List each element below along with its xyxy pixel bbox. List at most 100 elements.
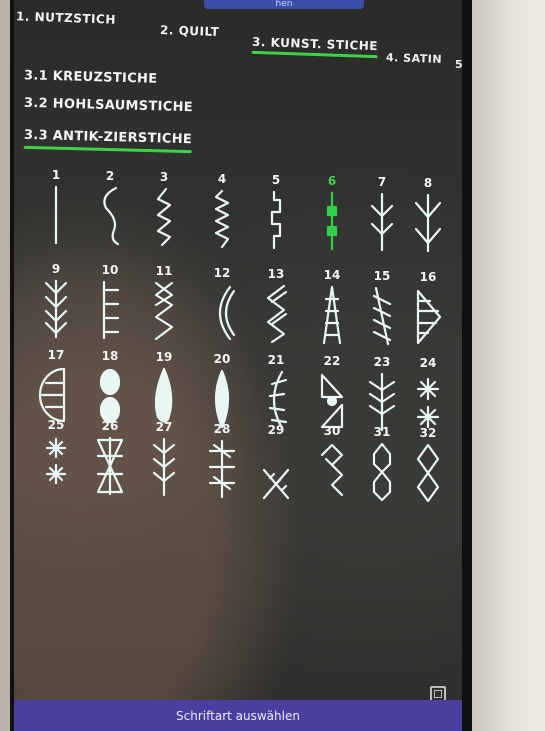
stitch-number: 29	[267, 422, 285, 437]
stitch-30[interactable]: 30	[310, 424, 354, 504]
stitch-16[interactable]: 16	[406, 270, 450, 350]
stitch-24[interactable]: 24	[406, 356, 450, 436]
triple-zigzag-stitch-icon	[156, 188, 172, 247]
stitch-number: 24	[419, 356, 437, 371]
stitch-number: 11	[155, 264, 173, 279]
oval-bead-stitch-icon	[99, 369, 121, 424]
stitch-number: 18	[101, 349, 119, 364]
stitch-number: 16	[419, 270, 437, 285]
stitch-28[interactable]: 28	[200, 422, 244, 502]
snowflake-stitch-icon	[45, 437, 67, 485]
stitch-number: 2	[105, 169, 115, 184]
triangle-fill-stitch-icon	[416, 290, 442, 345]
stitch-number: 10	[101, 263, 119, 278]
stitch-number: 30	[323, 424, 341, 438]
wheat-stitch-icon	[368, 373, 396, 432]
stitch-number: 7	[377, 175, 387, 190]
stitch-number: 19	[155, 350, 173, 365]
stitch-number: 4	[217, 171, 227, 186]
stitch-1[interactable]: 1	[34, 168, 78, 248]
stitch-number: 21	[267, 352, 285, 367]
stitch-17[interactable]: 17	[34, 348, 78, 428]
stitch-number: 20	[213, 351, 231, 366]
stitch-12[interactable]: 12	[200, 266, 244, 346]
stitch-18[interactable]: 18	[88, 349, 132, 429]
stitch-20[interactable]: 20	[200, 352, 244, 432]
stitch-number: 23	[373, 355, 391, 370]
stitch-number: 6	[327, 174, 337, 188]
stitch-13[interactable]: 13	[254, 267, 298, 347]
hexagon-chain-stitch-icon	[372, 443, 392, 502]
stitch-21[interactable]: 21	[254, 353, 298, 433]
straight-stitch-icon	[54, 185, 58, 245]
cross-branch-stitch-icon	[208, 439, 236, 498]
stitch-number: 8	[423, 176, 433, 191]
footer-bar: Schriftart auswählen	[14, 700, 462, 731]
branch-stitch-icon	[152, 438, 176, 497]
stitch-number: 32	[419, 426, 437, 441]
half-circle-stitch-icon	[38, 367, 66, 423]
stitch-22[interactable]: 22	[310, 354, 354, 434]
fern-stitch-icon	[268, 370, 288, 429]
stitch-number: 14	[323, 268, 341, 282]
lattice-stitch-icon	[96, 437, 124, 496]
comb-stitch-icon	[102, 281, 120, 340]
category-hohlsaumstiche[interactable]: 3.2 HOHLSAUMSTICHE	[24, 96, 193, 115]
stitch-2[interactable]: 2	[88, 169, 132, 249]
stitch-number: 26	[101, 419, 119, 434]
stitch-29[interactable]: 29	[254, 423, 298, 503]
stitch-9[interactable]: 9	[34, 262, 78, 342]
stitch-31[interactable]: 31	[360, 425, 404, 505]
stitch-number: 27	[155, 420, 173, 435]
stitch-menu-screen: hen 1. NUTZSTICH 2. QUILT 3. KUNST. STIC…	[14, 0, 462, 700]
stitch-25[interactable]: 25	[34, 418, 78, 498]
tab-quilt[interactable]: 2. QUILT	[160, 23, 220, 39]
stitch-number: 5	[271, 172, 281, 187]
stitch-6[interactable]: 6	[310, 174, 354, 254]
bead-stitch-icon	[326, 191, 338, 251]
stitch-number: 12	[213, 265, 231, 280]
stitch-23[interactable]: 23	[360, 355, 404, 435]
tab-satin[interactable]: 4. SATIN	[386, 51, 442, 66]
stitch-number: 3	[159, 170, 169, 185]
stitch-number: 28	[213, 421, 231, 436]
tab-kunststiche[interactable]: 3. KUNST. STICHE	[252, 35, 378, 53]
stitch-32[interactable]: 32	[406, 426, 450, 506]
stitch-number: 22	[323, 354, 341, 368]
stitch-26[interactable]: 26	[88, 419, 132, 499]
double-arrow-stitch-icon	[44, 279, 68, 339]
category-kreuzstiche[interactable]: 3.1 KREUZSTICHE	[24, 68, 158, 86]
stitch-number: 25	[47, 418, 65, 432]
select-font-button[interactable]: Schriftart auswählen	[14, 709, 462, 723]
stitch-number: 13	[267, 266, 285, 281]
serpentine-stitch-icon	[214, 189, 230, 248]
stitch-4[interactable]: 4	[200, 172, 244, 252]
stitch-3[interactable]: 3	[142, 170, 186, 250]
stitch-number: 9	[51, 262, 61, 276]
stitch-number: 17	[47, 348, 65, 362]
stitch-19[interactable]: 19	[142, 350, 186, 430]
feather-arrow-stitch-icon	[370, 193, 394, 252]
stitch-10[interactable]: 10	[88, 263, 132, 343]
corner-fringe-stitch-icon	[262, 468, 290, 499]
stitch-7[interactable]: 7	[360, 175, 404, 255]
background-wall	[470, 0, 545, 731]
tab-5[interactable]: 5	[455, 58, 462, 71]
tab-nutzstich[interactable]: 1. NUTZSTICH	[16, 9, 116, 26]
stitch-5[interactable]: 5	[254, 173, 298, 253]
stitch-number: 31	[373, 425, 391, 440]
stitch-11[interactable]: 11	[142, 264, 186, 344]
diagonal-satin-stitch-icon	[372, 287, 392, 346]
stitch-14[interactable]: 14	[310, 268, 354, 348]
chevron-stitch-icon	[154, 282, 174, 341]
step-stitch-icon	[270, 190, 282, 249]
stitch-15[interactable]: 15	[360, 269, 404, 349]
stitch-8[interactable]: 8	[406, 176, 450, 256]
stitch-number: 15	[373, 269, 391, 284]
title-text: hen	[275, 0, 293, 9]
diamond-chain-stitch-icon	[416, 444, 440, 503]
category-antik-ziersticke[interactable]: 3.3 ANTIK-ZIERSTICHE	[24, 128, 192, 147]
arrow-stitch-icon	[414, 194, 442, 253]
corner-zigzag-stitch-icon	[320, 443, 344, 497]
stitch-27[interactable]: 27	[142, 420, 186, 500]
